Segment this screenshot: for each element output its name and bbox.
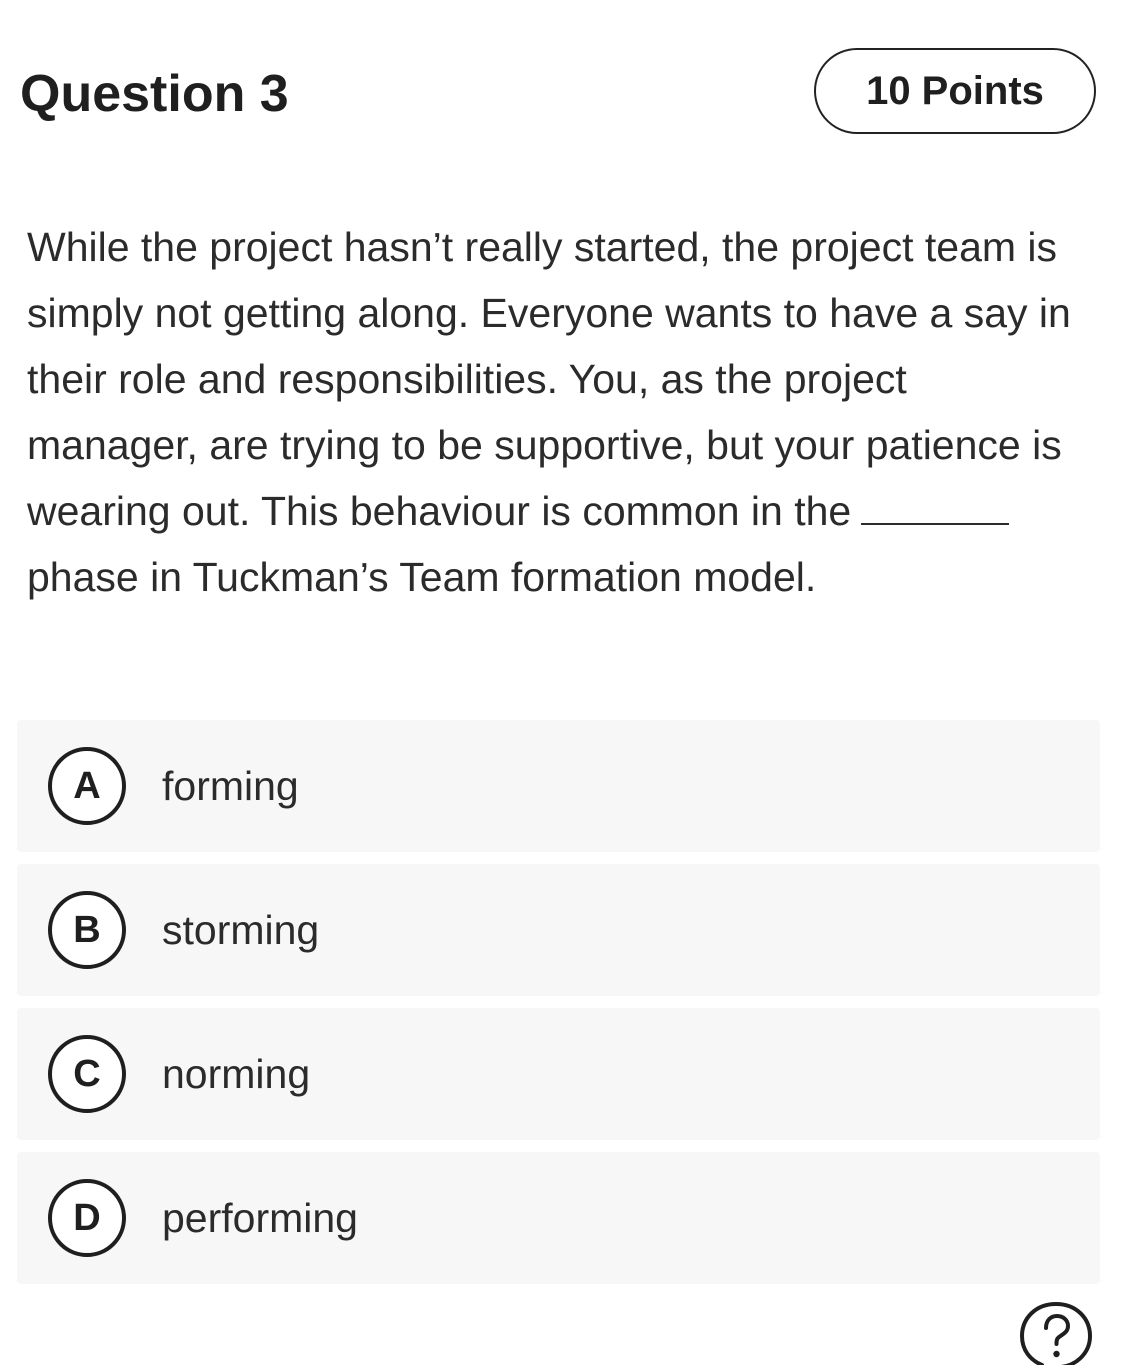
option-d[interactable]: D performing	[17, 1152, 1100, 1284]
help-bubble-icon	[1020, 1302, 1092, 1365]
option-b[interactable]: B storming	[17, 864, 1100, 996]
question-page: Question 3 10 Points While the project h…	[0, 0, 1134, 1365]
option-b-letter: B	[48, 891, 126, 969]
help-icon[interactable]	[1018, 1300, 1094, 1365]
option-a-text: forming	[162, 762, 299, 809]
option-d-letter: D	[48, 1179, 126, 1257]
option-a-letter: A	[48, 747, 126, 825]
option-d-text: performing	[162, 1194, 358, 1241]
answer-blank	[861, 487, 1010, 525]
option-c[interactable]: C norming	[17, 1008, 1100, 1140]
option-b-text: storming	[162, 906, 320, 953]
points-badge: 10 Points	[814, 48, 1096, 134]
option-c-text: norming	[162, 1050, 311, 1097]
option-a[interactable]: A forming	[17, 720, 1100, 852]
question-text-after-blank: phase in Tuckman’s Team formation model.	[27, 554, 817, 600]
option-c-letter: C	[48, 1035, 126, 1113]
question-text: While the project hasn’t really started,…	[27, 214, 1077, 610]
question-title: Question 3	[20, 65, 289, 123]
